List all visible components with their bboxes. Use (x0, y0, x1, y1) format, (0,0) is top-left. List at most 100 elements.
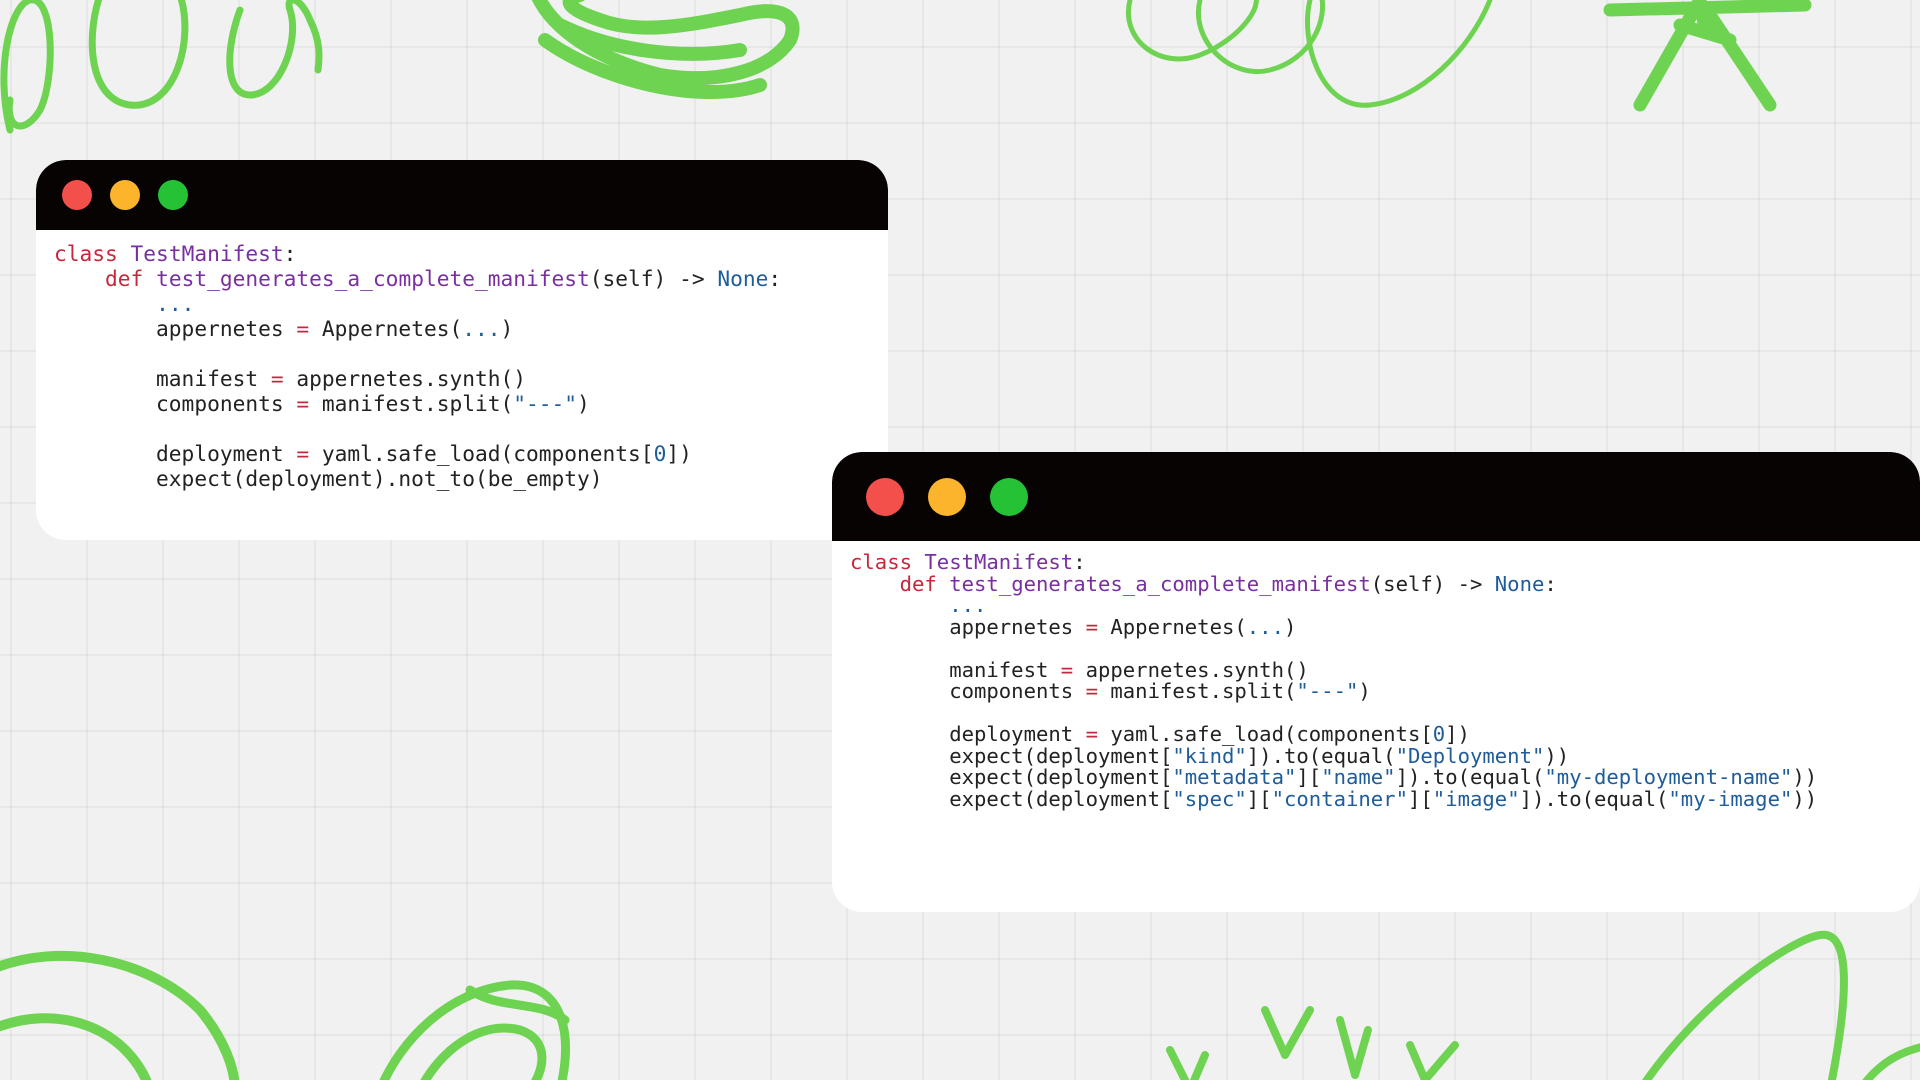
code-token: appernetes (54, 316, 297, 341)
code-token: ][ (1246, 786, 1272, 811)
code-token: expect(deployment).not_to(be_empty) (54, 466, 603, 491)
code-token: "my-image" (1668, 786, 1793, 811)
code-token: manifest.split( (309, 391, 514, 416)
code-window-full: class TestManifest: def test_generates_a… (832, 452, 1920, 912)
maximize-dot-icon[interactable] (990, 477, 1028, 516)
code-token: None (717, 266, 769, 291)
code-line: manifest = appernetes.synth() (850, 657, 1920, 682)
code-token: expect(deployment[ (850, 743, 1173, 768)
code-line: class TestManifest: (850, 550, 1920, 574)
minimize-dot-icon[interactable] (928, 477, 966, 516)
code-line: expect(deployment["spec"]["container"]["… (850, 786, 1920, 811)
code-token: )) (1792, 786, 1818, 811)
code-token: ... (462, 316, 501, 341)
code-token: yaml.safe_load(components[ (309, 441, 654, 466)
code-token: = (296, 441, 310, 466)
code-token: "---" (1296, 679, 1359, 703)
code-token: manifest (54, 366, 271, 391)
code-token: ][ (1296, 765, 1322, 789)
code-token: = (270, 366, 284, 391)
code-token: TestManifest (924, 550, 1074, 574)
doodle-scribble-bottom (379, 980, 571, 1080)
code-token: Appernetes( (1097, 614, 1247, 639)
code-token: ][ (1407, 786, 1433, 811)
code-window-short: class TestManifest: def test_generates_a… (36, 160, 888, 540)
doodle-loop-bottom-right (1642, 930, 1920, 1080)
code-token: 0 (1432, 722, 1446, 746)
code-token: ]).to(equal( (1519, 786, 1669, 811)
code-token: deployment (850, 722, 1086, 746)
code-line: ... (54, 291, 888, 316)
code-token: ) (500, 316, 514, 341)
code-token: ... (156, 291, 195, 316)
code-token: ... (1246, 614, 1284, 639)
code-token: 0 (653, 441, 667, 466)
code-token: : (283, 241, 297, 266)
maximize-dot-icon[interactable] (158, 180, 188, 210)
code-token: ]) (666, 441, 692, 466)
code-token: appernetes.synth() (283, 366, 526, 391)
code-token: : (768, 266, 782, 291)
doodle-loops-top-right (1126, 0, 1493, 108)
code-token: "my-deployment-name" (1544, 765, 1793, 789)
code-token: ]).to(equal( (1246, 743, 1396, 768)
doodle-scribble-top (531, 0, 800, 100)
code-token: ]) (1445, 722, 1470, 746)
code-token: expect(deployment[ (850, 765, 1173, 789)
code-token: ) (577, 391, 590, 416)
code-line: expect(deployment).not_to(be_empty) (54, 466, 888, 491)
doodle-loops-top-left (0, 0, 323, 134)
code-token: appernetes (850, 614, 1086, 639)
code-line: def test_generates_a_complete_manifest(s… (54, 266, 888, 291)
code-token: "metadata" (1172, 765, 1297, 789)
code-token: class (850, 550, 912, 574)
code-line: class TestManifest: (54, 241, 888, 266)
code-token: = (1085, 679, 1098, 703)
code-line: deployment = yaml.safe_load(components[0… (850, 722, 1920, 746)
code-token: (self) -> (589, 266, 718, 291)
close-dot-icon[interactable] (866, 477, 904, 516)
code-token: : (1544, 571, 1557, 596)
code-token: = (1085, 722, 1098, 746)
code-token: deployment (54, 441, 297, 466)
code-token: "---" (513, 391, 578, 416)
code-token: test_generates_a_complete_manifest (156, 266, 590, 291)
doodle-checkmarks-bottom (1166, 1006, 1459, 1080)
code-token: ) (1358, 679, 1371, 703)
code-token: appernetes.synth() (1073, 657, 1309, 682)
code-block: class TestManifest: def test_generates_a… (832, 541, 1920, 810)
code-line: ... (850, 594, 1920, 617)
code-token: )) (1544, 743, 1570, 768)
code-token: = (1060, 657, 1074, 682)
code-token: components (850, 679, 1086, 703)
code-line: expect(deployment["kind"]).to(equal("Dep… (850, 743, 1920, 768)
code-token: manifest (850, 657, 1061, 682)
code-token: ]).to(equal( (1395, 765, 1545, 789)
close-dot-icon[interactable] (62, 180, 92, 210)
code-token: ) (1283, 614, 1297, 639)
code-token: "container" (1271, 786, 1408, 811)
doodle-star-top-right (1603, 0, 1812, 112)
code-line: appernetes = Appernetes(...) (54, 316, 888, 341)
code-token: expect(deployment[ (850, 786, 1173, 811)
code-token: "spec" (1172, 786, 1247, 811)
code-token: "kind" (1172, 743, 1247, 768)
code-token: )) (1792, 765, 1818, 789)
minimize-dot-icon[interactable] (110, 180, 140, 210)
code-token: manifest.split( (1097, 679, 1297, 703)
code-token: = (296, 391, 310, 416)
code-token: TestManifest (130, 241, 284, 266)
code-token: def (899, 571, 937, 596)
code-token: "Deployment" (1395, 743, 1545, 768)
code-line: manifest = appernetes.synth() (54, 366, 888, 391)
